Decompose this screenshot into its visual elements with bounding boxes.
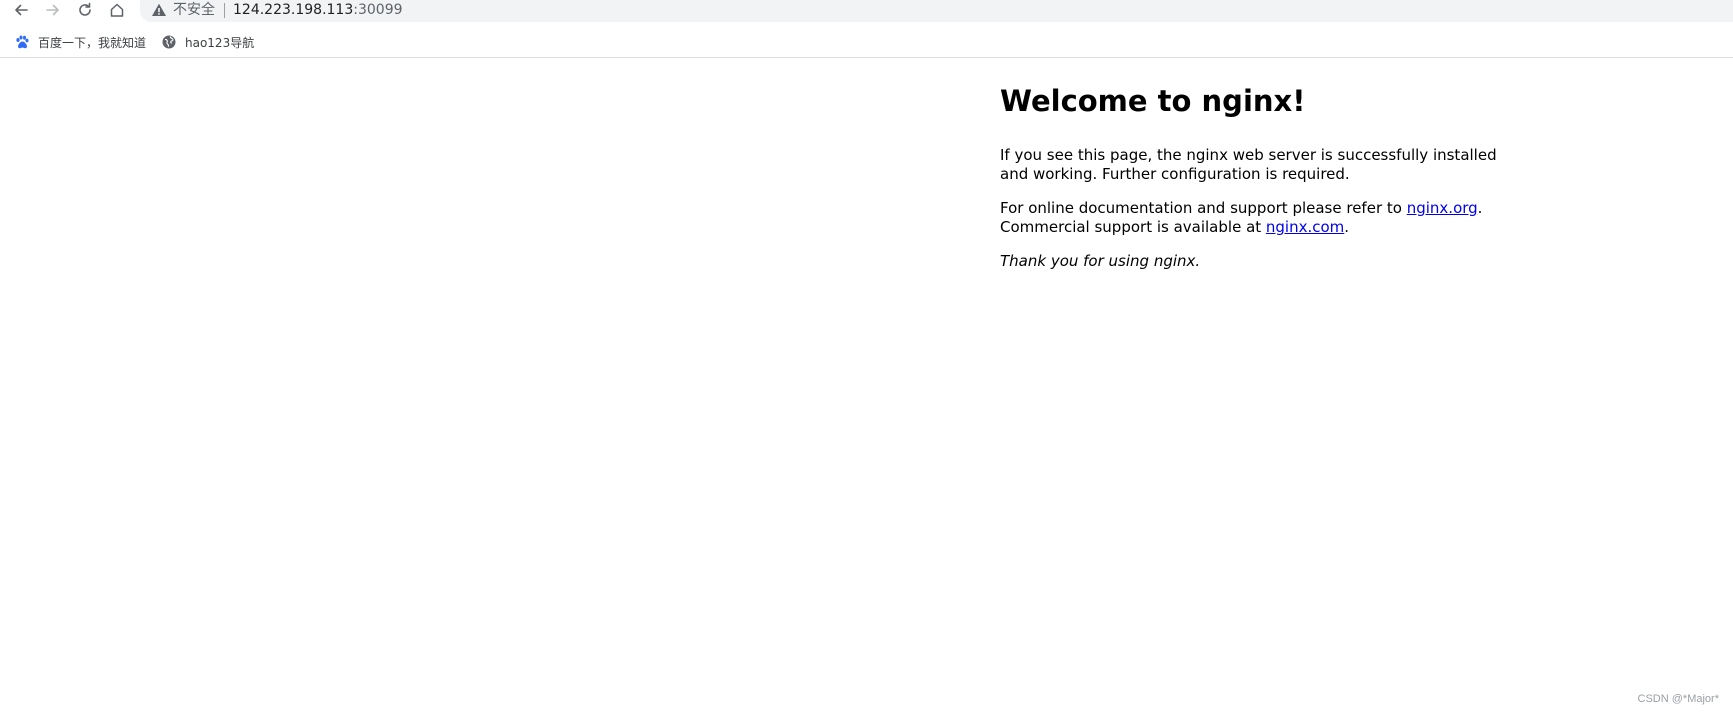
url-host: 124.223.198.113 (233, 2, 354, 18)
url-port: :30099 (353, 2, 403, 18)
home-button[interactable] (104, 0, 130, 20)
nginx-com-link[interactable]: nginx.com (1266, 218, 1344, 236)
commercial-text-prefix: Commercial support is available at (1000, 218, 1266, 236)
bookmark-baidu[interactable]: 百度一下，我就知道 (14, 31, 146, 53)
home-icon (110, 3, 124, 17)
bookmark-label: 百度一下，我就知道 (38, 35, 147, 50)
address-bar[interactable]: 不安全 124.223.198.113:30099 (140, 0, 1733, 22)
bookmark-label: hao123导航 (185, 35, 255, 50)
back-button[interactable] (8, 0, 34, 20)
security-status-label[interactable]: 不安全 (173, 1, 215, 19)
page-title: Welcome to nginx! (1000, 84, 1306, 118)
watermark: CSDN @*Major* (1637, 693, 1719, 705)
arrow-right-icon (46, 4, 59, 16)
support-paragraph: For online documentation and support ple… (1000, 199, 1520, 237)
thanks-text: Thank you for using nginx. (1000, 252, 1201, 270)
globe-icon (162, 35, 176, 49)
nginx-org-link[interactable]: nginx.org (1407, 199, 1478, 217)
reload-icon (79, 2, 91, 16)
arrow-left-icon (15, 4, 28, 16)
browser-toolbar: 不安全 124.223.198.113:30099 (0, 0, 1733, 24)
url-text[interactable]: 124.223.198.113:30099 (233, 1, 403, 19)
baidu-paw-icon (16, 35, 29, 49)
thanks-paragraph: Thank you for using nginx. (1000, 252, 1520, 271)
bookmark-hao123[interactable]: hao123导航 (161, 31, 254, 53)
reload-button[interactable] (72, 0, 98, 20)
forward-button[interactable] (40, 0, 66, 20)
intro-paragraph: If you see this page, the nginx web serv… (1000, 146, 1497, 183)
page-content: Welcome to nginx! If you see this page, … (1000, 82, 1520, 286)
support-text-mid: . (1477, 199, 1483, 217)
support-text-prefix: For online documentation and support ple… (1000, 199, 1407, 217)
warning-triangle-icon[interactable] (151, 2, 167, 18)
omnibox-divider (224, 3, 225, 18)
commercial-text-suffix: . (1344, 218, 1350, 236)
bookmarks-bar: 百度一下，我就知道 hao123导航 (0, 28, 1733, 58)
